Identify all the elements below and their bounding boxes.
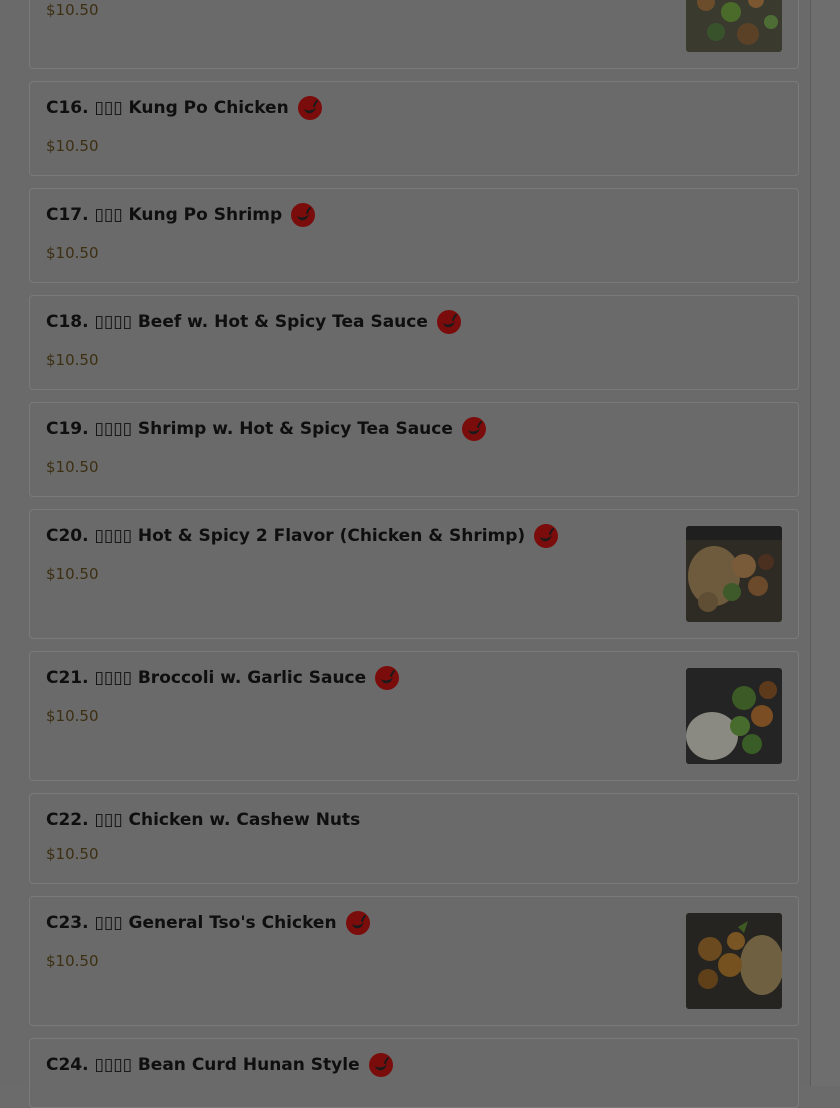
- dish-photo: [686, 668, 782, 764]
- item-name: C16. ▯▯▯ Kung Po Chicken: [46, 98, 289, 118]
- item-title: C16. ▯▯▯ Kung Po Chicken: [46, 96, 322, 120]
- menu-item-card[interactable]: C16. ▯▯▯ Kung Po Chicken $10.50: [29, 81, 799, 176]
- menu-item-card[interactable]: C17. ▯▯▯ Kung Po Shrimp $10.50: [29, 188, 799, 283]
- chili-pepper-icon: [461, 417, 486, 441]
- item-name: C22. ▯▯▯ Chicken w. Cashew Nuts: [46, 810, 361, 830]
- item-name: C18. ▯▯▯▯ Beef w. Hot & Spicy Tea Sauce: [46, 312, 428, 332]
- scrollbar[interactable]: [810, 0, 840, 1086]
- chili-pepper-icon: [291, 203, 316, 227]
- menu-item-card[interactable]: C20. ▯▯▯▯ Hot & Spicy 2 Flavor (Chicken …: [29, 509, 799, 639]
- dish-photo: [686, 526, 782, 622]
- item-title: C18. ▯▯▯▯ Beef w. Hot & Spicy Tea Sauce: [46, 310, 461, 334]
- menu-page: $10.50 C16. ▯▯▯ Kung Po Chicken $10.50 C…: [0, 0, 840, 1108]
- menu-item-card[interactable]: C21. ▯▯▯▯ Broccoli w. Garlic Sauce $10.5…: [29, 651, 799, 781]
- menu-item-card[interactable]: $10.50: [29, 0, 799, 69]
- item-price: $10.50: [46, 952, 99, 970]
- item-price: $10.50: [46, 458, 99, 476]
- item-name: C23. ▯▯▯ General Tso's Chicken: [46, 913, 337, 933]
- item-price: $10.50: [46, 351, 99, 369]
- chili-pepper-icon: [345, 911, 370, 935]
- dish-photo: [686, 0, 782, 52]
- menu-item-card[interactable]: C19. ▯▯▯▯ Shrimp w. Hot & Spicy Tea Sauc…: [29, 402, 799, 497]
- item-price: $10.50: [46, 565, 99, 583]
- item-title: C24. ▯▯▯▯ Bean Curd Hunan Style: [46, 1053, 393, 1077]
- item-title: C22. ▯▯▯ Chicken w. Cashew Nuts: [46, 810, 360, 830]
- dish-photo: [686, 913, 782, 1009]
- item-name: C17. ▯▯▯ Kung Po Shrimp: [46, 205, 283, 225]
- item-title: C17. ▯▯▯ Kung Po Shrimp: [46, 203, 316, 227]
- item-price: $10.50: [46, 707, 99, 725]
- chili-pepper-icon: [368, 1053, 393, 1077]
- chili-pepper-icon: [297, 96, 322, 120]
- menu-item-card[interactable]: C23. ▯▯▯ General Tso's Chicken $10.50: [29, 896, 799, 1026]
- item-title: C19. ▯▯▯▯ Shrimp w. Hot & Spicy Tea Sauc…: [46, 417, 486, 441]
- chili-pepper-icon: [375, 666, 400, 690]
- item-name: C24. ▯▯▯▯ Bean Curd Hunan Style: [46, 1055, 360, 1075]
- item-title: C21. ▯▯▯▯ Broccoli w. Garlic Sauce: [46, 666, 400, 690]
- chili-pepper-icon: [534, 524, 559, 548]
- item-name: C20. ▯▯▯▯ Hot & Spicy 2 Flavor (Chicken …: [46, 526, 526, 546]
- chili-pepper-icon: [436, 310, 461, 334]
- menu-item-card[interactable]: C22. ▯▯▯ Chicken w. Cashew Nuts $10.50: [29, 793, 799, 884]
- item-title: C23. ▯▯▯ General Tso's Chicken: [46, 911, 370, 935]
- item-title: C20. ▯▯▯▯ Hot & Spicy 2 Flavor (Chicken …: [46, 524, 559, 548]
- menu-item-card[interactable]: C18. ▯▯▯▯ Beef w. Hot & Spicy Tea Sauce …: [29, 295, 799, 390]
- item-price: $10.50: [46, 1, 99, 19]
- item-price: $10.50: [46, 137, 99, 155]
- item-price: $10.50: [46, 845, 99, 863]
- item-price: $10.50: [46, 244, 99, 262]
- menu-item-card[interactable]: C24. ▯▯▯▯ Bean Curd Hunan Style: [29, 1038, 799, 1108]
- item-name: C21. ▯▯▯▯ Broccoli w. Garlic Sauce: [46, 668, 367, 688]
- item-name: C19. ▯▯▯▯ Shrimp w. Hot & Spicy Tea Sauc…: [46, 419, 453, 439]
